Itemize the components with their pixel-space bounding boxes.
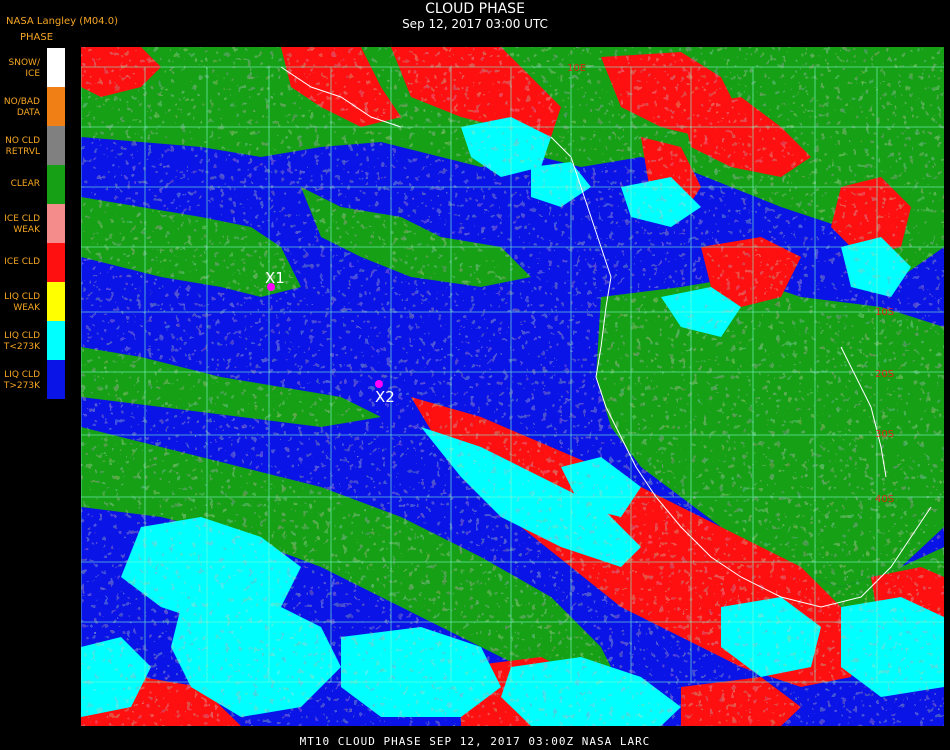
legend-title: PHASE bbox=[20, 32, 54, 43]
legend-label: CLEAR bbox=[10, 179, 40, 189]
map-subtitle: Sep 12, 2017 03:00 UTC bbox=[402, 17, 548, 31]
legend-item-no-cld-retrvl: NO CLD RETRVL bbox=[0, 126, 66, 165]
legend-label: LIQ CLD T<273K bbox=[3, 331, 40, 352]
grid-label-20s: 20S bbox=[875, 369, 894, 380]
legend-item-ice-cld: ICE CLD bbox=[0, 243, 66, 282]
legend-item-ice-cld-weak: ICE CLD WEAK bbox=[0, 204, 66, 243]
map-title: CLOUD PHASE bbox=[425, 1, 525, 17]
legend-label: LIQ CLD WEAK bbox=[4, 292, 40, 313]
legend-label: NO/BAD DATA bbox=[3, 97, 40, 118]
marker-x1-label: X1 bbox=[265, 269, 285, 287]
legend-swatch bbox=[47, 360, 65, 399]
legend-swatch bbox=[47, 87, 65, 126]
legend-swatch bbox=[47, 48, 65, 87]
legend-item-clear: CLEAR bbox=[0, 165, 66, 204]
legend-swatch bbox=[47, 165, 65, 204]
grid-label-10s: 10S bbox=[875, 307, 894, 318]
grid-label-30s: 30S bbox=[875, 429, 894, 440]
legend-item-liq-cld-warm: LIQ CLD T>273K bbox=[0, 360, 66, 399]
legend-item-liq-cld-cold: LIQ CLD T<273K bbox=[0, 321, 66, 360]
footer-caption: MT10 CLOUD PHASE SEP 12, 2017 03:00Z NAS… bbox=[299, 735, 651, 748]
legend-label: SNOW/ ICE bbox=[8, 58, 40, 79]
legend-swatch bbox=[47, 282, 65, 321]
legend-label: ICE CLD bbox=[4, 257, 40, 267]
legend-item-liq-cld-weak: LIQ CLD WEAK bbox=[0, 282, 66, 321]
grid-label-10e: 10E bbox=[567, 63, 586, 74]
legend-swatch bbox=[47, 126, 65, 165]
legend-label: LIQ CLD T>273K bbox=[3, 370, 40, 391]
legend-swatch bbox=[47, 243, 65, 282]
legend-item-snow-ice: SNOW/ ICE bbox=[0, 48, 66, 87]
legend-label: ICE CLD WEAK bbox=[4, 214, 40, 235]
legend-swatch bbox=[47, 321, 65, 360]
grid-label-40s: 40S bbox=[875, 494, 894, 505]
legend-swatch bbox=[47, 204, 65, 243]
marker-x2-dot bbox=[375, 380, 383, 388]
marker-x2-label: X2 bbox=[375, 388, 395, 406]
legend-item-no-bad-data: NO/BAD DATA bbox=[0, 87, 66, 126]
cloud-phase-map[interactable]: 10E 10S 20S 30S 40S X1 X2 bbox=[81, 47, 944, 726]
legend-label: NO CLD RETRVL bbox=[5, 136, 40, 157]
speckle-texture-liq bbox=[81, 427, 944, 726]
